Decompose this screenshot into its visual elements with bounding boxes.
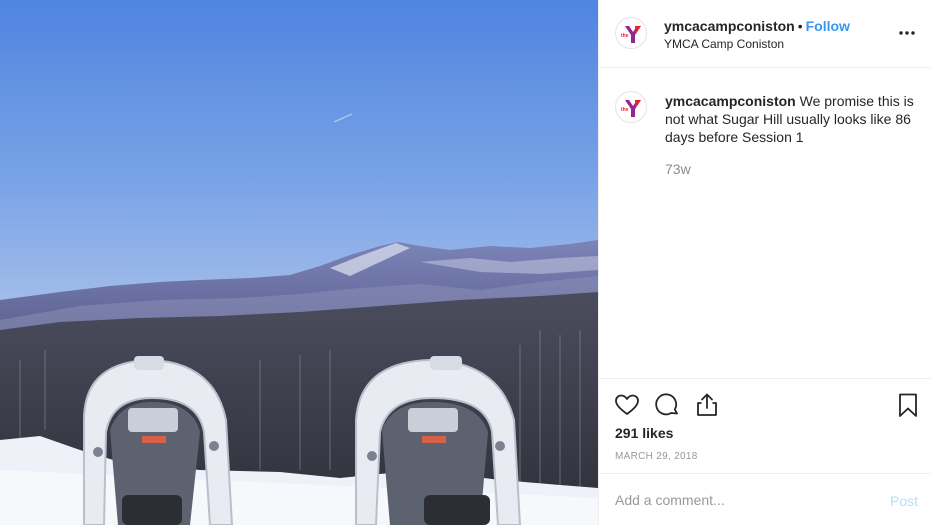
heart-icon[interactable] bbox=[613, 391, 641, 419]
caption-username[interactable]: ymcacampconiston bbox=[665, 93, 796, 109]
ymca-logo-icon[interactable]: the bbox=[615, 17, 647, 49]
share-icon[interactable] bbox=[693, 391, 721, 419]
post-details-panel: the ymcacampconiston • Follow YMCA Camp Co… bbox=[598, 0, 931, 525]
header-username[interactable]: ymcacampconiston bbox=[664, 18, 795, 34]
comment-icon[interactable] bbox=[653, 391, 681, 419]
likes-count[interactable]: 291 likes bbox=[615, 425, 673, 441]
post-comment-button[interactable]: Post bbox=[890, 493, 918, 509]
svg-text:the: the bbox=[621, 33, 629, 39]
post-location[interactable]: YMCA Camp Coniston bbox=[664, 35, 850, 53]
more-options-icon[interactable] bbox=[896, 22, 918, 44]
post-actions: 291 likes MARCH 29, 2018 bbox=[599, 378, 931, 473]
post-caption: ymcacampconiston We promise this is not … bbox=[665, 92, 915, 146]
comment-box: Post bbox=[599, 473, 931, 525]
comments-section: the ymcacampconiston We promise this is … bbox=[599, 69, 931, 378]
caption-time-ago[interactable]: 73w bbox=[665, 161, 691, 177]
bookmark-icon[interactable] bbox=[894, 391, 922, 419]
comment-input[interactable] bbox=[615, 489, 865, 511]
post-photo[interactable] bbox=[0, 0, 598, 525]
follow-button[interactable]: Follow bbox=[806, 18, 850, 34]
snowshoes-mountain-photo bbox=[0, 0, 598, 525]
ymca-logo-icon[interactable]: the bbox=[615, 91, 647, 123]
svg-text:the: the bbox=[621, 107, 629, 113]
header-separator: • bbox=[797, 18, 803, 34]
post-header: the ymcacampconiston • Follow YMCA Camp Co… bbox=[599, 0, 931, 68]
post-date[interactable]: MARCH 29, 2018 bbox=[615, 451, 698, 462]
